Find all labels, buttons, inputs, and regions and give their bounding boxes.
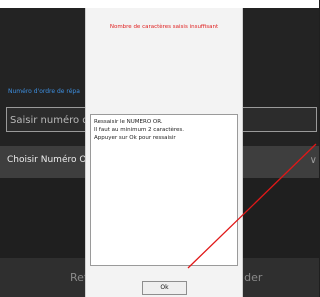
error-dialog: Nombre de caractères saisis insuffisant … bbox=[85, 8, 243, 297]
chevron-down-icon: ∨ bbox=[309, 155, 317, 166]
repair-order-label: Numéro d'ordre de répa bbox=[8, 88, 80, 95]
message-line: Il faut au minimum 2 caractères. bbox=[94, 127, 185, 133]
message-line: Ressaisir le NUMERO OR. bbox=[94, 119, 163, 125]
message-line: Appuyer sur Ok pour ressaisir bbox=[94, 135, 176, 141]
message-box: Ressaisir le NUMERO OR. Il faut au minim… bbox=[90, 114, 238, 266]
choose-order-label: Choisir Numéro OR bbox=[7, 155, 93, 165]
ok-button[interactable]: Ok bbox=[142, 281, 187, 295]
dialog-title: Nombre de caractères saisis insuffisant bbox=[109, 24, 219, 30]
top-strip bbox=[0, 0, 319, 8]
